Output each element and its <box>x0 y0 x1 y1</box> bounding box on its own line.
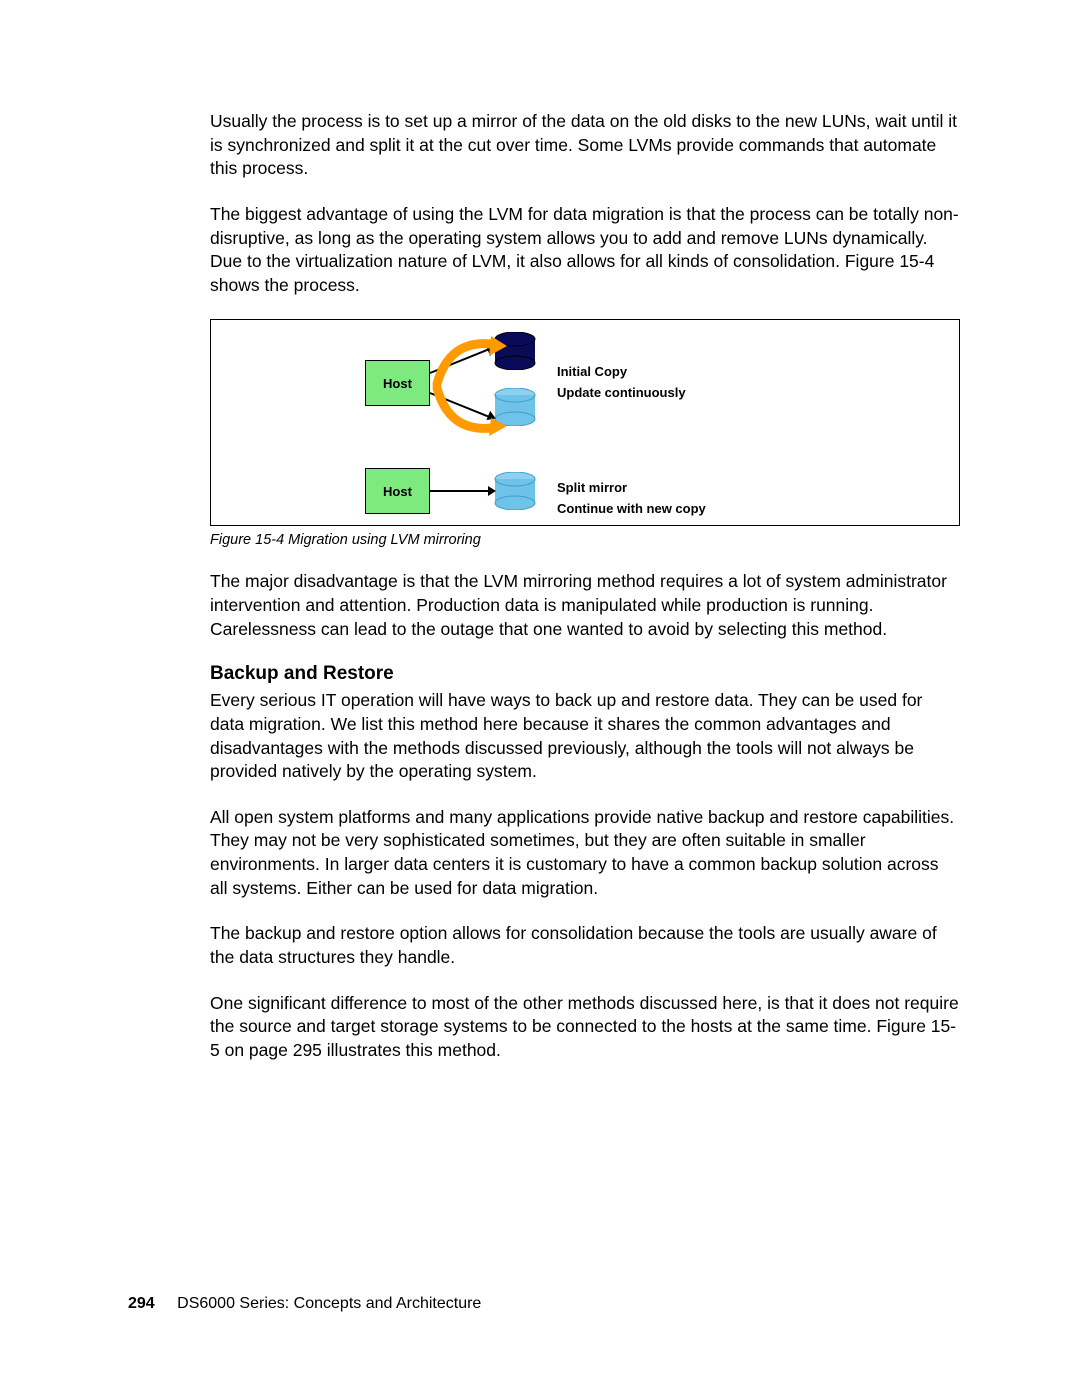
light-cylinder-icon-bottom <box>494 472 536 510</box>
section-heading-backup-restore: Backup and Restore <box>210 663 960 685</box>
connector-line <box>430 490 494 492</box>
paragraph-7: One significant difference to most of th… <box>210 992 960 1063</box>
figure-15-4: Host <box>210 319 960 526</box>
paragraph-5: All open system platforms and many appli… <box>210 806 960 901</box>
page-content: Usually the process is to set up a mirro… <box>210 110 960 1084</box>
figure-text-split-mirror: Split mirror <box>557 478 706 499</box>
paragraph-6: The backup and restore option allows for… <box>210 922 960 969</box>
figure-top-text: Initial Copy Update continuously <box>557 362 686 404</box>
page-footer: 294 DS6000 Series: Concepts and Architec… <box>128 1295 481 1313</box>
host-box-top: Host <box>365 360 430 406</box>
paragraph-1: Usually the process is to set up a mirro… <box>210 110 960 181</box>
figure-text-continue-new-copy: Continue with new copy <box>557 499 706 520</box>
orange-curve-arrow-icon <box>429 336 509 441</box>
paragraph-3: The major disadvantage is that the LVM m… <box>210 570 960 641</box>
paragraph-2: The biggest advantage of using the LVM f… <box>210 203 960 298</box>
figure-text-update-continuously: Update continuously <box>557 383 686 404</box>
book-title: DS6000 Series: Concepts and Architecture <box>177 1295 481 1312</box>
figure-caption: Figure 15-4 Migration using LVM mirrorin… <box>210 532 960 548</box>
host-label-bottom: Host <box>383 484 412 499</box>
page-number: 294 <box>128 1295 155 1312</box>
figure-bottom-text: Split mirror Continue with new copy <box>557 478 706 520</box>
host-label-top: Host <box>383 376 412 391</box>
paragraph-4: Every serious IT operation will have way… <box>210 689 960 784</box>
host-box-bottom: Host <box>365 468 430 514</box>
figure-text-initial-copy: Initial Copy <box>557 362 686 383</box>
arrow-head-icon <box>488 486 496 496</box>
